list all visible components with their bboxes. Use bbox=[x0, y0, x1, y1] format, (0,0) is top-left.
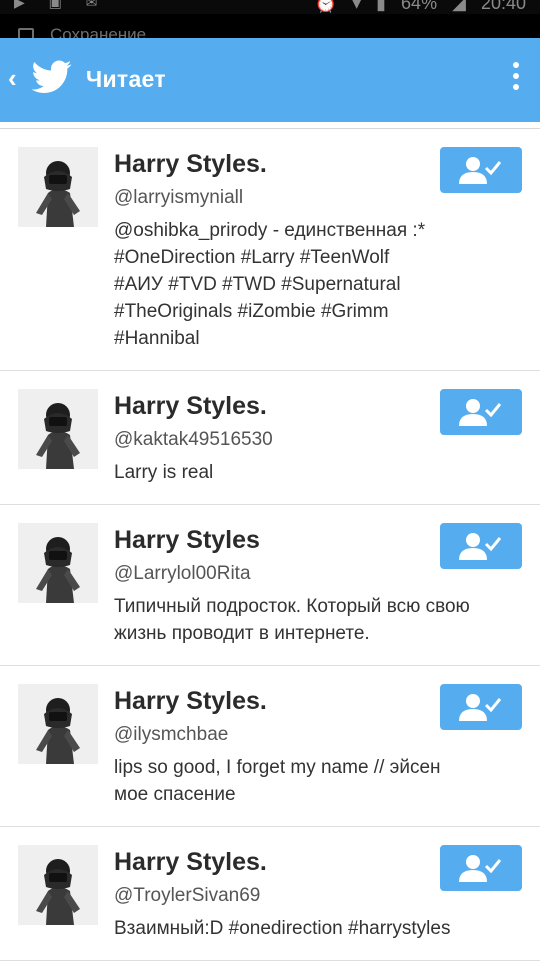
wifi-icon: ▾ bbox=[352, 0, 362, 13]
account-bio: lips so good, I forget my name // эйсен … bbox=[114, 757, 441, 805]
user-check-icon bbox=[459, 533, 502, 560]
following-button[interactable] bbox=[440, 684, 522, 730]
avatar[interactable] bbox=[18, 523, 98, 603]
user-check-icon bbox=[459, 399, 502, 426]
signal-icon: ▮ bbox=[376, 0, 387, 13]
user-check-icon bbox=[459, 855, 502, 882]
app-bar: ‹ Читает bbox=[0, 38, 540, 122]
following-button[interactable] bbox=[440, 845, 522, 891]
account-bio: Типичный подросток. Который всю свою жиз… bbox=[114, 596, 470, 644]
notification-text: Сохранение bbox=[50, 25, 147, 38]
account-row[interactable]: Harry Styles. @ilysmchbae lips so good, … bbox=[0, 666, 540, 827]
user-check-icon bbox=[459, 157, 502, 184]
user-check-icon bbox=[459, 694, 502, 721]
status-right: ⏰ ▾ ▮ 64% ◢ 20:40 bbox=[305, 0, 526, 14]
account-row[interactable]: Harry Styles. @larryismyniall @oshibka_p… bbox=[0, 129, 540, 371]
account-bio: Larry is real bbox=[114, 462, 214, 483]
following-button[interactable] bbox=[440, 389, 522, 435]
twitter-bird-icon bbox=[32, 60, 72, 93]
page-title: Читает bbox=[86, 66, 166, 92]
account-row[interactable]: Harry Styles @Larrylol00Rita Типичный по… bbox=[0, 505, 540, 666]
account-row[interactable]: Harry Styles. @TroylerSivan69 Взаимный:D… bbox=[0, 827, 540, 961]
clock: 20:40 bbox=[480, 0, 526, 13]
avatar[interactable] bbox=[18, 684, 98, 764]
avatar[interactable] bbox=[18, 389, 98, 469]
account-row[interactable]: Harry Styles. @kaktak49516530 Larry is r… bbox=[0, 371, 540, 505]
following-list: Harry Styles. @larryismyniall @oshibka_p… bbox=[0, 128, 540, 961]
following-button[interactable] bbox=[440, 147, 522, 193]
notification-bar: Сохранение bbox=[0, 14, 540, 38]
overflow-menu-icon[interactable] bbox=[512, 62, 520, 98]
status-bar: ▶ ▣ ✉ ⏰ ▾ ▮ 64% ◢ 20:40 bbox=[0, 0, 540, 14]
account-bio: @oshibka_prirody - единственная :* #OneD… bbox=[114, 220, 426, 349]
account-bio: Взаимный:D #onedirection #harrystyles bbox=[114, 918, 451, 939]
battery-icon: ◢ bbox=[452, 0, 466, 13]
battery-level: 64% bbox=[401, 0, 438, 13]
alarm-icon: ⏰ bbox=[314, 0, 338, 13]
avatar[interactable] bbox=[18, 845, 98, 925]
checkbox-icon bbox=[18, 28, 34, 38]
following-button[interactable] bbox=[440, 523, 522, 569]
avatar[interactable] bbox=[18, 147, 98, 227]
status-notification-icons: ▶ ▣ ✉ bbox=[14, 0, 108, 10]
back-icon[interactable]: ‹ bbox=[8, 63, 17, 94]
